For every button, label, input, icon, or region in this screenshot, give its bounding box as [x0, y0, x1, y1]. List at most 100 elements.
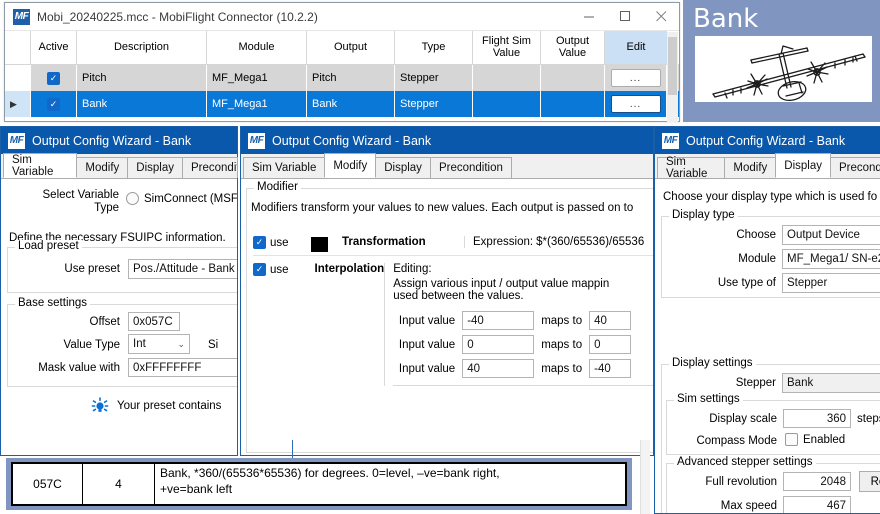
interpolation-mapping-row[interactable]: Input value 0 maps to 0 — [393, 335, 653, 354]
row-active-checkbox[interactable] — [31, 91, 77, 117]
window-controls — [571, 3, 679, 31]
display-scale-unit: steps — [857, 413, 880, 425]
chevron-down-icon[interactable]: ⌄ — [177, 339, 185, 350]
choose-value: Output Device — [787, 229, 860, 241]
display-settings-group: Display settings Stepper Bank Sim settin… — [661, 357, 880, 513]
tab-display[interactable]: Display — [375, 157, 431, 178]
wizard1-tabstrip[interactable]: Sim Variable Modify Display Precondition — [1, 153, 238, 179]
row-active-checkbox[interactable] — [31, 65, 77, 91]
grid-header-type[interactable]: Type — [395, 31, 473, 64]
compass-mode-checkbox[interactable]: Enabled — [785, 433, 845, 446]
stepper-combobox[interactable]: Bank — [782, 373, 880, 393]
grid-header-active[interactable]: Active — [31, 31, 77, 64]
interpolation-mapping-row[interactable]: Input value -40 maps to 40 — [393, 311, 653, 330]
row-description[interactable]: Pitch — [77, 65, 207, 91]
row-module[interactable]: MF_Mega1 — [207, 65, 307, 91]
row-module[interactable]: MF_Mega1 — [207, 91, 307, 117]
modifier-row-interpolation[interactable]: use Interpolation Editing: Assign variou… — [253, 263, 653, 386]
grid-header-row: Active Description Module Output Type Fl… — [5, 31, 679, 65]
row-output[interactable]: Bank — [307, 91, 395, 117]
simconnect-radio-label: SimConnect (MSFS2020) — [144, 192, 237, 205]
tab-sim-variable[interactable]: Sim Variable — [3, 153, 78, 178]
input-value-label: Input value — [398, 362, 456, 375]
row-output[interactable]: Pitch — [307, 65, 395, 91]
use-type-of-combobox[interactable]: Stepper — [782, 273, 880, 293]
display-scale-input[interactable]: 360 — [783, 409, 851, 428]
use-preset-combobox[interactable]: Pos./Attitude - Bank — [128, 259, 237, 279]
max-speed-input[interactable]: 467 — [783, 496, 851, 513]
document-scrollbar[interactable] — [640, 440, 650, 514]
wizard2-body: Modifier Modifiers transform your values… — [241, 179, 653, 455]
row-marker: ▶ — [5, 91, 31, 117]
offset-input[interactable]: 0x057C — [128, 312, 180, 331]
offset-label: Offset — [89, 316, 120, 328]
transformation-use-toggle[interactable]: use — [253, 236, 299, 249]
interpolation-use-toggle[interactable]: use — [253, 263, 289, 276]
tab-display[interactable]: Display — [775, 153, 831, 178]
tab-precondition[interactable]: Precondition — [182, 157, 238, 178]
tab-sim-variable[interactable]: Sim Variable — [657, 156, 726, 180]
grid-header-output-value[interactable]: Output Value — [541, 31, 605, 64]
base-settings-group-label: Base settings — [15, 297, 91, 309]
grid-header-edit[interactable]: Edit — [605, 31, 667, 64]
checkbox-checked-icon[interactable] — [253, 236, 266, 249]
minimize-icon[interactable] — [571, 3, 607, 31]
radio-unchecked-icon[interactable] — [126, 192, 139, 205]
use-preset-value: Pos./Attitude - Bank — [133, 263, 235, 275]
wizard2-tabstrip[interactable]: Sim Variable Modify Display Precondition — [241, 153, 653, 179]
row-description[interactable]: Bank — [77, 91, 207, 117]
close-icon[interactable] — [643, 3, 679, 31]
value-type-value: Int — [133, 338, 146, 350]
grid-scrollbar-thumb[interactable] — [668, 37, 677, 95]
table-row[interactable]: ▶ Bank MF_Mega1 Bank Stepper ... — [5, 91, 679, 117]
value-type-combobox[interactable]: Int ⌄ — [128, 334, 190, 354]
maximize-icon[interactable] — [607, 3, 643, 31]
tab-sim-variable[interactable]: Sim Variable — [243, 157, 326, 178]
bank-illustration-panel: Bank — [683, 0, 880, 122]
row-edit-cell[interactable]: ... — [605, 65, 667, 91]
grid-header-description[interactable]: Description — [77, 31, 207, 64]
wizard3-tabstrip[interactable]: Sim Variable Modify Display Precondition — [655, 153, 880, 180]
modifier-description: Modifiers transform your values to new v… — [251, 202, 634, 214]
row-flight-sim-value[interactable] — [473, 65, 541, 91]
tab-modify[interactable]: Modify — [76, 157, 129, 178]
module-combobox[interactable]: MF_Mega1/ SN-e23 — [782, 249, 880, 269]
reset-button[interactable]: Rese — [859, 471, 880, 492]
preset-documentation-table: 057C 4 Bank, *360/(65536*65536) for degr… — [11, 462, 627, 506]
mobiflight-logo-icon: MF — [662, 132, 679, 149]
flight-sim-value-line2: Value — [492, 46, 521, 59]
edit-button[interactable]: ... — [610, 95, 661, 113]
checkbox-unchecked-icon[interactable] — [785, 433, 798, 446]
bank-aircraft-image — [695, 36, 872, 102]
choose-combobox[interactable]: Output Device — [782, 225, 880, 245]
edit-button[interactable]: ... — [610, 69, 661, 87]
tab-display[interactable]: Display — [127, 157, 183, 178]
modifier-row-transformation[interactable]: use Transformation Expression: $*(360/65… — [253, 236, 653, 256]
row-type[interactable]: Stepper — [395, 65, 473, 91]
tab-precondition[interactable]: Precondition — [830, 157, 880, 178]
flight-sim-value-line1: Flight Sim — [482, 34, 531, 47]
select-variable-type-label-line2: Type — [94, 202, 119, 215]
simconnect-radio-option[interactable]: SimConnect (MSFS2020) — [126, 192, 237, 205]
row-edit-cell[interactable]: ... — [605, 91, 667, 117]
grid-header-flight-sim-value[interactable]: Flight Sim Value — [473, 31, 541, 64]
output-config-grid[interactable]: Active Description Module Output Type Fl… — [5, 31, 679, 117]
row-type[interactable]: Stepper — [395, 91, 473, 117]
table-row[interactable]: Pitch MF_Mega1 Pitch Stepper ... — [5, 65, 679, 91]
checkbox-checked-icon[interactable] — [253, 263, 266, 276]
grid-header-module[interactable]: Module — [207, 31, 307, 64]
row-flight-sim-value[interactable] — [473, 91, 541, 117]
tab-modify[interactable]: Modify — [724, 157, 777, 178]
checkbox-checked-icon[interactable] — [47, 71, 60, 85]
mask-value-input[interactable]: 0xFFFFFFFF — [128, 358, 237, 377]
checkbox-checked-icon[interactable] — [47, 97, 60, 111]
tab-precondition[interactable]: Precondition — [429, 157, 512, 178]
stepper-label: Stepper — [735, 377, 776, 389]
tab-modify[interactable]: Modify — [324, 153, 377, 178]
select-variable-type-label-line1: Select Variable — [42, 189, 120, 201]
row-output-value[interactable] — [541, 91, 605, 117]
row-output-value[interactable] — [541, 65, 605, 91]
interpolation-mapping-row[interactable]: Input value 40 maps to -40 — [393, 359, 653, 378]
full-revolution-input[interactable]: 2048 — [783, 472, 851, 491]
grid-header-output[interactable]: Output — [307, 31, 395, 64]
